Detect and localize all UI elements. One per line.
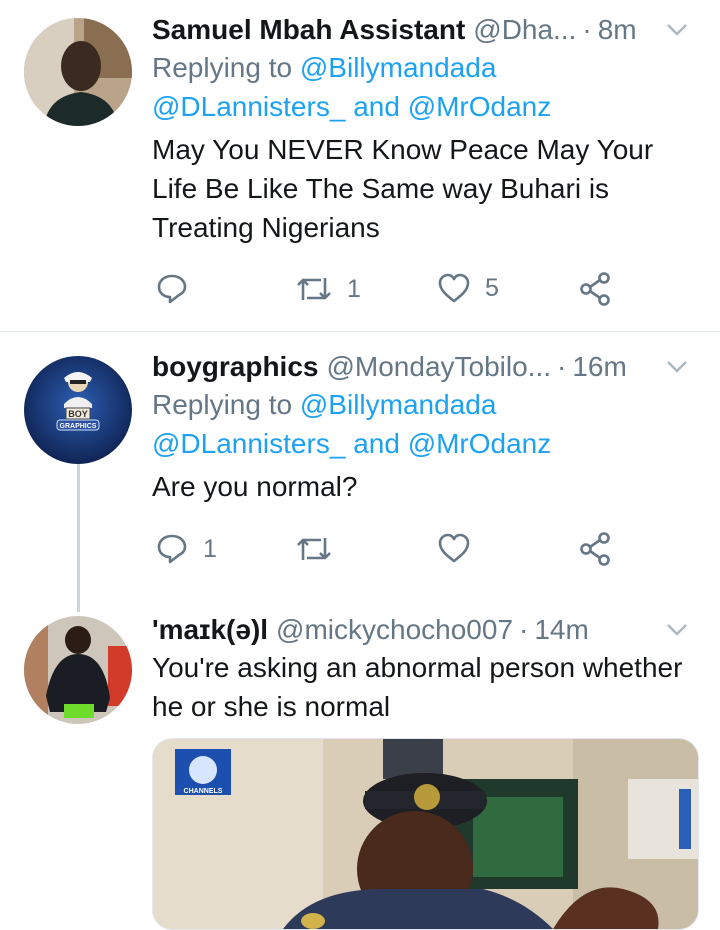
chevron-down-icon[interactable] — [666, 22, 688, 38]
mention-link[interactable]: @DLannisters_ — [152, 428, 345, 459]
like-count: 5 — [485, 273, 499, 302]
tweet-2[interactable]: BOY GRAPHICS boygraphics @MondayTobilo..… — [0, 332, 720, 612]
avatar[interactable] — [24, 18, 132, 126]
display-name[interactable]: 'maɪk(ə)l — [152, 612, 268, 648]
tweet-1[interactable]: Samuel Mbah Assistant @Dha... · 8m Reply… — [0, 0, 720, 330]
timestamp[interactable]: 8m — [598, 12, 637, 48]
mention-link[interactable]: @Billymandada — [300, 52, 497, 83]
like-button[interactable] — [437, 532, 485, 564]
user-handle[interactable]: @MondayTobilo... — [326, 349, 551, 385]
replying-to: Replying to @Billymandada @DLannisters_ … — [152, 52, 552, 122]
timestamp[interactable]: 16m — [572, 349, 626, 385]
retweet-button[interactable] — [295, 532, 347, 566]
mention-link[interactable]: @MrOdanz — [408, 428, 552, 459]
reply-button[interactable] — [155, 272, 203, 306]
avatar-logo-text: BOY — [68, 409, 88, 419]
reply-button[interactable]: 1 — [155, 532, 217, 566]
share-button[interactable] — [579, 272, 611, 306]
user-handle[interactable]: @Dha... — [473, 12, 576, 48]
chevron-down-icon[interactable] — [666, 359, 688, 375]
mention-link[interactable]: @Billymandada — [300, 389, 497, 420]
timestamp[interactable]: 14m — [534, 612, 588, 648]
reply-icon — [157, 534, 187, 564]
tweet-text: May You NEVER Know Peace May Your Life B… — [152, 134, 654, 243]
mention-link[interactable]: @DLannisters_ — [152, 91, 345, 122]
display-name[interactable]: Samuel Mbah Assistant — [152, 12, 465, 48]
retweet-icon — [297, 538, 331, 560]
reply-icon — [157, 274, 187, 304]
user-handle[interactable]: @mickychocho007 — [276, 612, 513, 648]
tweet-media-image[interactable]: CHANNELS — [152, 738, 699, 930]
share-icon — [580, 532, 610, 566]
like-icon — [438, 533, 470, 563]
share-button[interactable] — [579, 532, 611, 566]
avatar[interactable]: BOY GRAPHICS — [24, 356, 132, 464]
tweet-text: Are you normal? — [152, 471, 358, 502]
avatar[interactable] — [24, 616, 132, 724]
thread-line — [77, 464, 80, 612]
chevron-down-icon[interactable] — [666, 622, 688, 638]
separator-dot: · — [557, 351, 567, 382]
like-icon — [438, 273, 470, 303]
retweet-icon — [297, 278, 331, 300]
retweet-count: 1 — [347, 274, 361, 303]
retweet-button[interactable]: 1 — [295, 272, 361, 306]
separator-dot: · — [582, 14, 592, 45]
display-name[interactable]: boygraphics — [152, 349, 318, 385]
reply-count: 1 — [203, 534, 217, 563]
mention-link[interactable]: @MrOdanz — [408, 91, 552, 122]
replying-to: Replying to @Billymandada @DLannisters_ … — [152, 389, 552, 459]
channels-logo-text: CHANNELS — [184, 788, 223, 795]
separator-dot: · — [519, 614, 529, 645]
avatar-logo-text: GRAPHICS — [60, 423, 97, 430]
like-button[interactable]: 5 — [437, 272, 499, 304]
tweet-text: You're asking an abnormal person whether… — [152, 652, 683, 722]
share-icon — [580, 272, 610, 306]
